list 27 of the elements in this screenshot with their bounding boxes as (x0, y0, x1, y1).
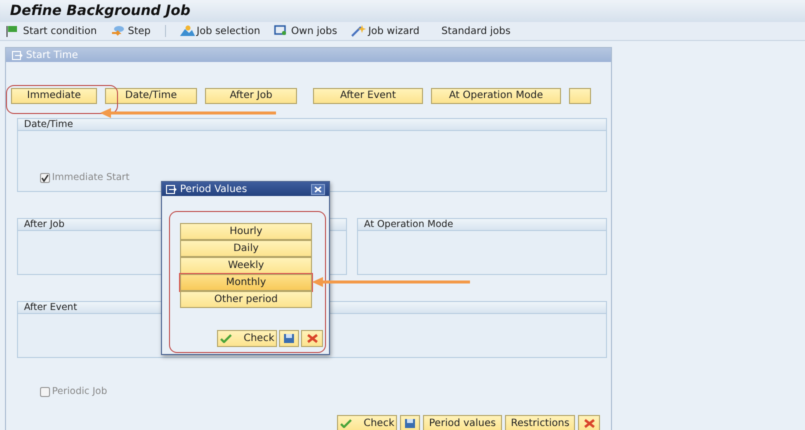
checkbox-label: Periodic Job (52, 385, 108, 399)
group-title: Date/Time (18, 119, 606, 131)
panel-title: Start Time (26, 48, 78, 62)
start-button[interactable]: Date/Time (105, 88, 197, 104)
toolbar-button[interactable]: Job selection (180, 24, 260, 38)
toolbar-button[interactable]: Start condition (6, 24, 97, 38)
toolbar-button[interactable]: Own jobs (274, 24, 338, 38)
dialog-title: Period Values (180, 182, 248, 196)
checkbox-label: Immediate Start (52, 171, 130, 185)
check-button[interactable]: Check (337, 415, 397, 430)
footer-button[interactable]: Restrictions (504, 415, 576, 430)
start-button[interactable]: At Operation Mode (431, 88, 561, 104)
period-option[interactable]: Hourly (180, 223, 312, 240)
footer-button[interactable]: Period values (423, 415, 502, 430)
period-option[interactable]: Other period (180, 291, 312, 308)
toolbar-button[interactable]: Step (110, 24, 151, 38)
toolbar-button[interactable]: Standard jobs (441, 24, 511, 38)
start-button[interactable]: After Event (313, 88, 423, 104)
start-button[interactable]: Immediate (11, 88, 97, 104)
period-option[interactable]: Monthly (180, 274, 312, 291)
window-title: Define Background Job (10, 2, 190, 20)
start-button[interactable]: After Job (205, 88, 297, 104)
check-button[interactable]: Check (217, 330, 277, 347)
toolbar-button[interactable]: Job wizard (351, 24, 420, 38)
group-title: At Operation Mode (358, 219, 606, 231)
period-option[interactable]: Daily (180, 240, 312, 257)
period-option[interactable]: Weekly (180, 257, 312, 274)
